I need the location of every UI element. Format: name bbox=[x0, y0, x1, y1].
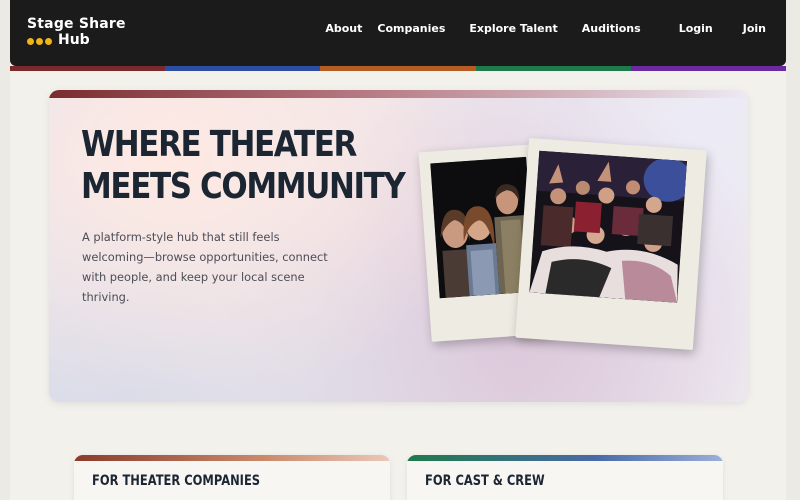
nav-about-link[interactable]: About bbox=[325, 22, 362, 35]
color-stripe bbox=[10, 66, 787, 71]
cast-crew-card-title: FOR CAST & CREW bbox=[425, 473, 545, 489]
nav-auditions-link[interactable]: Auditions bbox=[582, 22, 641, 35]
logo-dots-icon bbox=[27, 37, 52, 45]
logo-line2: Hub bbox=[27, 32, 126, 48]
nav-explore-talent-link[interactable]: Explore Talent bbox=[469, 22, 557, 35]
hero-title: WHERE THEATER MEETS COMMUNITY bbox=[81, 124, 406, 208]
stripe-segment bbox=[475, 66, 631, 71]
companies-card-title: FOR THEATER COMPANIES bbox=[92, 473, 261, 489]
stripe-segment bbox=[10, 66, 166, 71]
site-logo[interactable]: Stage Share Hub bbox=[27, 16, 126, 48]
nav-join-link[interactable]: Join bbox=[743, 22, 766, 35]
hero-description: A platform-style hub that still feels we… bbox=[82, 230, 328, 304]
cast-crew-card[interactable]: FOR CAST & CREW bbox=[407, 455, 723, 500]
theater-ensemble-photo-icon bbox=[529, 150, 687, 303]
hero-section: WHERE THEATER MEETS COMMUNITY A platform… bbox=[49, 90, 748, 402]
nav-links: About Companies Explore Talent Auditions… bbox=[325, 0, 786, 56]
page-frame: Stage Share Hub About Companies Explore … bbox=[10, 0, 787, 500]
card-accent-bar bbox=[407, 455, 723, 461]
hero-title-line2: MEETS COMMUNITY bbox=[81, 166, 406, 207]
stripe-segment bbox=[630, 66, 787, 71]
stripe-segment bbox=[320, 66, 476, 71]
hero-accent-bar bbox=[49, 90, 748, 98]
hero-title-line1: WHERE THEATER bbox=[81, 124, 357, 165]
nav-companies-link[interactable]: Companies bbox=[377, 22, 445, 35]
logo-line1: Stage Share bbox=[27, 16, 126, 32]
top-nav: Stage Share Hub About Companies Explore … bbox=[10, 0, 786, 66]
companies-card[interactable]: FOR THEATER COMPANIES bbox=[74, 455, 390, 500]
stripe-segment bbox=[165, 66, 321, 71]
nav-login-link[interactable]: Login bbox=[679, 22, 713, 35]
card-accent-bar bbox=[74, 455, 390, 461]
logo-hub-text: Hub bbox=[58, 32, 90, 48]
polaroid-photo-2 bbox=[515, 138, 707, 350]
